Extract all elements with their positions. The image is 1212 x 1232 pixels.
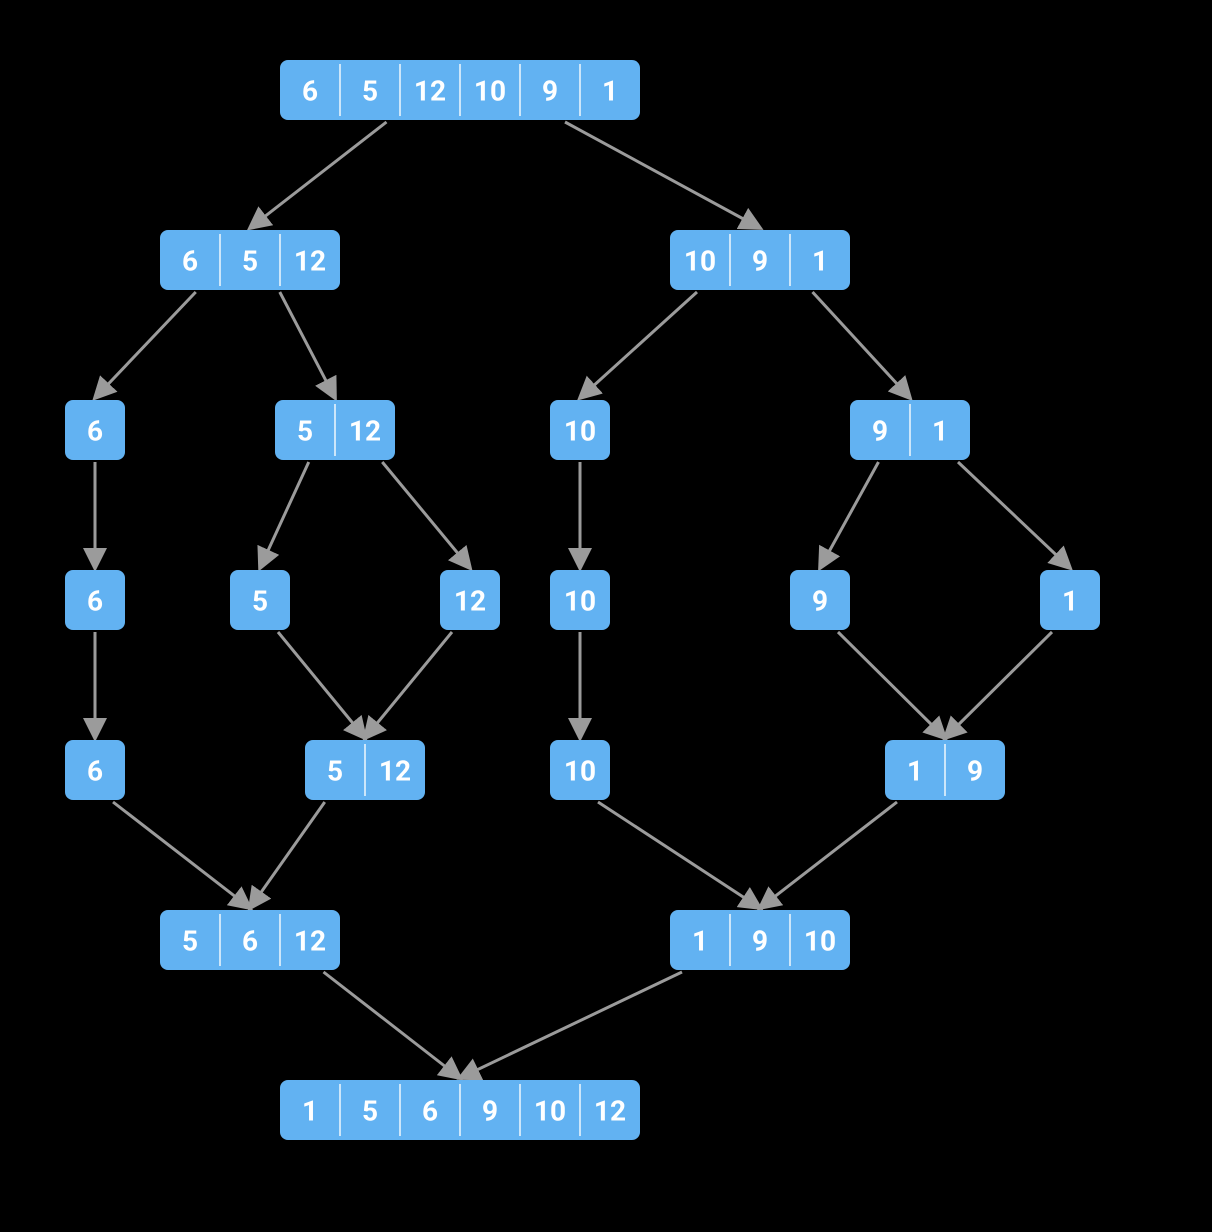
- cell-value: 5: [242, 245, 258, 278]
- array-node: 6: [65, 570, 125, 630]
- cell-value: 1: [907, 755, 923, 788]
- cell-value: 12: [594, 1095, 626, 1128]
- cell-value: 10: [564, 755, 596, 788]
- cell-value: 9: [752, 925, 768, 958]
- edge-arrow: [813, 292, 911, 398]
- cell-value: 10: [534, 1095, 566, 1128]
- edge-arrow: [958, 462, 1070, 568]
- cell-value: 12: [379, 755, 411, 788]
- cell-value: 12: [349, 415, 381, 448]
- cell-value: 5: [362, 75, 378, 108]
- edge-arrow: [280, 292, 335, 398]
- cell-value: 9: [812, 585, 828, 618]
- cell-value: 10: [684, 245, 716, 278]
- edge-arrow: [565, 122, 760, 228]
- cell-value: 6: [422, 1095, 438, 1128]
- edge-arrow: [820, 462, 879, 568]
- array-node: 10: [550, 570, 610, 630]
- cell-value: 5: [182, 925, 198, 958]
- array-node: 6 5 12: [160, 230, 340, 290]
- cell-value: 5: [327, 755, 343, 788]
- array-node: 1910: [670, 910, 850, 970]
- edge-arrow: [365, 632, 452, 738]
- edge-arrow: [945, 632, 1052, 738]
- array-node: 19: [885, 740, 1005, 800]
- edge-arrow: [250, 802, 325, 908]
- cell-value: 5: [252, 585, 268, 618]
- edge-arrow: [250, 122, 387, 228]
- cell-value: 6: [242, 925, 258, 958]
- array-node: 6 5 12 10 9 1: [280, 60, 640, 120]
- cell-value: 9: [752, 245, 768, 278]
- cell-value: 6: [87, 585, 103, 618]
- array-node: 10: [550, 400, 610, 460]
- cell-value: 1: [692, 925, 708, 958]
- cell-value: 12: [454, 585, 486, 618]
- array-node: 12: [440, 570, 500, 630]
- cell-value: 6: [87, 415, 103, 448]
- cell-value: 1: [1062, 585, 1078, 618]
- cell-value: 10: [564, 585, 596, 618]
- nodes-layer: 6512109165121091651210916512109165121019…: [65, 60, 1100, 1140]
- cell-value: 6: [182, 245, 198, 278]
- cell-value: 9: [542, 75, 558, 108]
- array-node: 5: [230, 570, 290, 630]
- array-node: 1: [1040, 570, 1100, 630]
- cell-value: 9: [872, 415, 888, 448]
- edge-arrow: [95, 292, 196, 398]
- cell-value: 12: [294, 245, 326, 278]
- cell-value: 1: [932, 415, 948, 448]
- edge-arrow: [580, 292, 697, 398]
- edge-arrow: [113, 802, 250, 908]
- cell-value: 10: [474, 75, 506, 108]
- cell-value: 9: [967, 755, 983, 788]
- array-node: 91: [850, 400, 970, 460]
- array-node: 5 12: [275, 400, 395, 460]
- array-node: 9: [790, 570, 850, 630]
- cell-value: 9: [482, 1095, 498, 1128]
- cell-value: 5: [297, 415, 313, 448]
- cell-value: 10: [804, 925, 836, 958]
- edge-arrow: [382, 462, 470, 568]
- array-node: 1 5 6 9 10 12: [280, 1080, 640, 1140]
- cell-value: 10: [564, 415, 596, 448]
- cell-value: 1: [812, 245, 828, 278]
- array-node: 5 6 12: [160, 910, 340, 970]
- merge-sort-diagram: 6512109165121091651210916512109165121019…: [0, 0, 1212, 1232]
- array-node: 6: [65, 400, 125, 460]
- edge-arrow: [598, 802, 760, 908]
- cell-value: 6: [302, 75, 318, 108]
- edge-arrow: [460, 972, 682, 1078]
- array-node: 10 9 1: [670, 230, 850, 290]
- cell-value: 6: [87, 755, 103, 788]
- edge-arrow: [278, 632, 365, 738]
- cell-value: 12: [414, 75, 446, 108]
- cell-value: 12: [294, 925, 326, 958]
- edge-arrow: [838, 632, 945, 738]
- edge-arrow: [324, 972, 461, 1078]
- array-node: 5 12: [305, 740, 425, 800]
- cell-value: 1: [302, 1095, 318, 1128]
- array-node: 10: [550, 740, 610, 800]
- cell-value: 1: [602, 75, 618, 108]
- edge-arrow: [260, 462, 309, 568]
- array-node: 6: [65, 740, 125, 800]
- edge-arrow: [760, 802, 897, 908]
- cell-value: 5: [362, 1095, 378, 1128]
